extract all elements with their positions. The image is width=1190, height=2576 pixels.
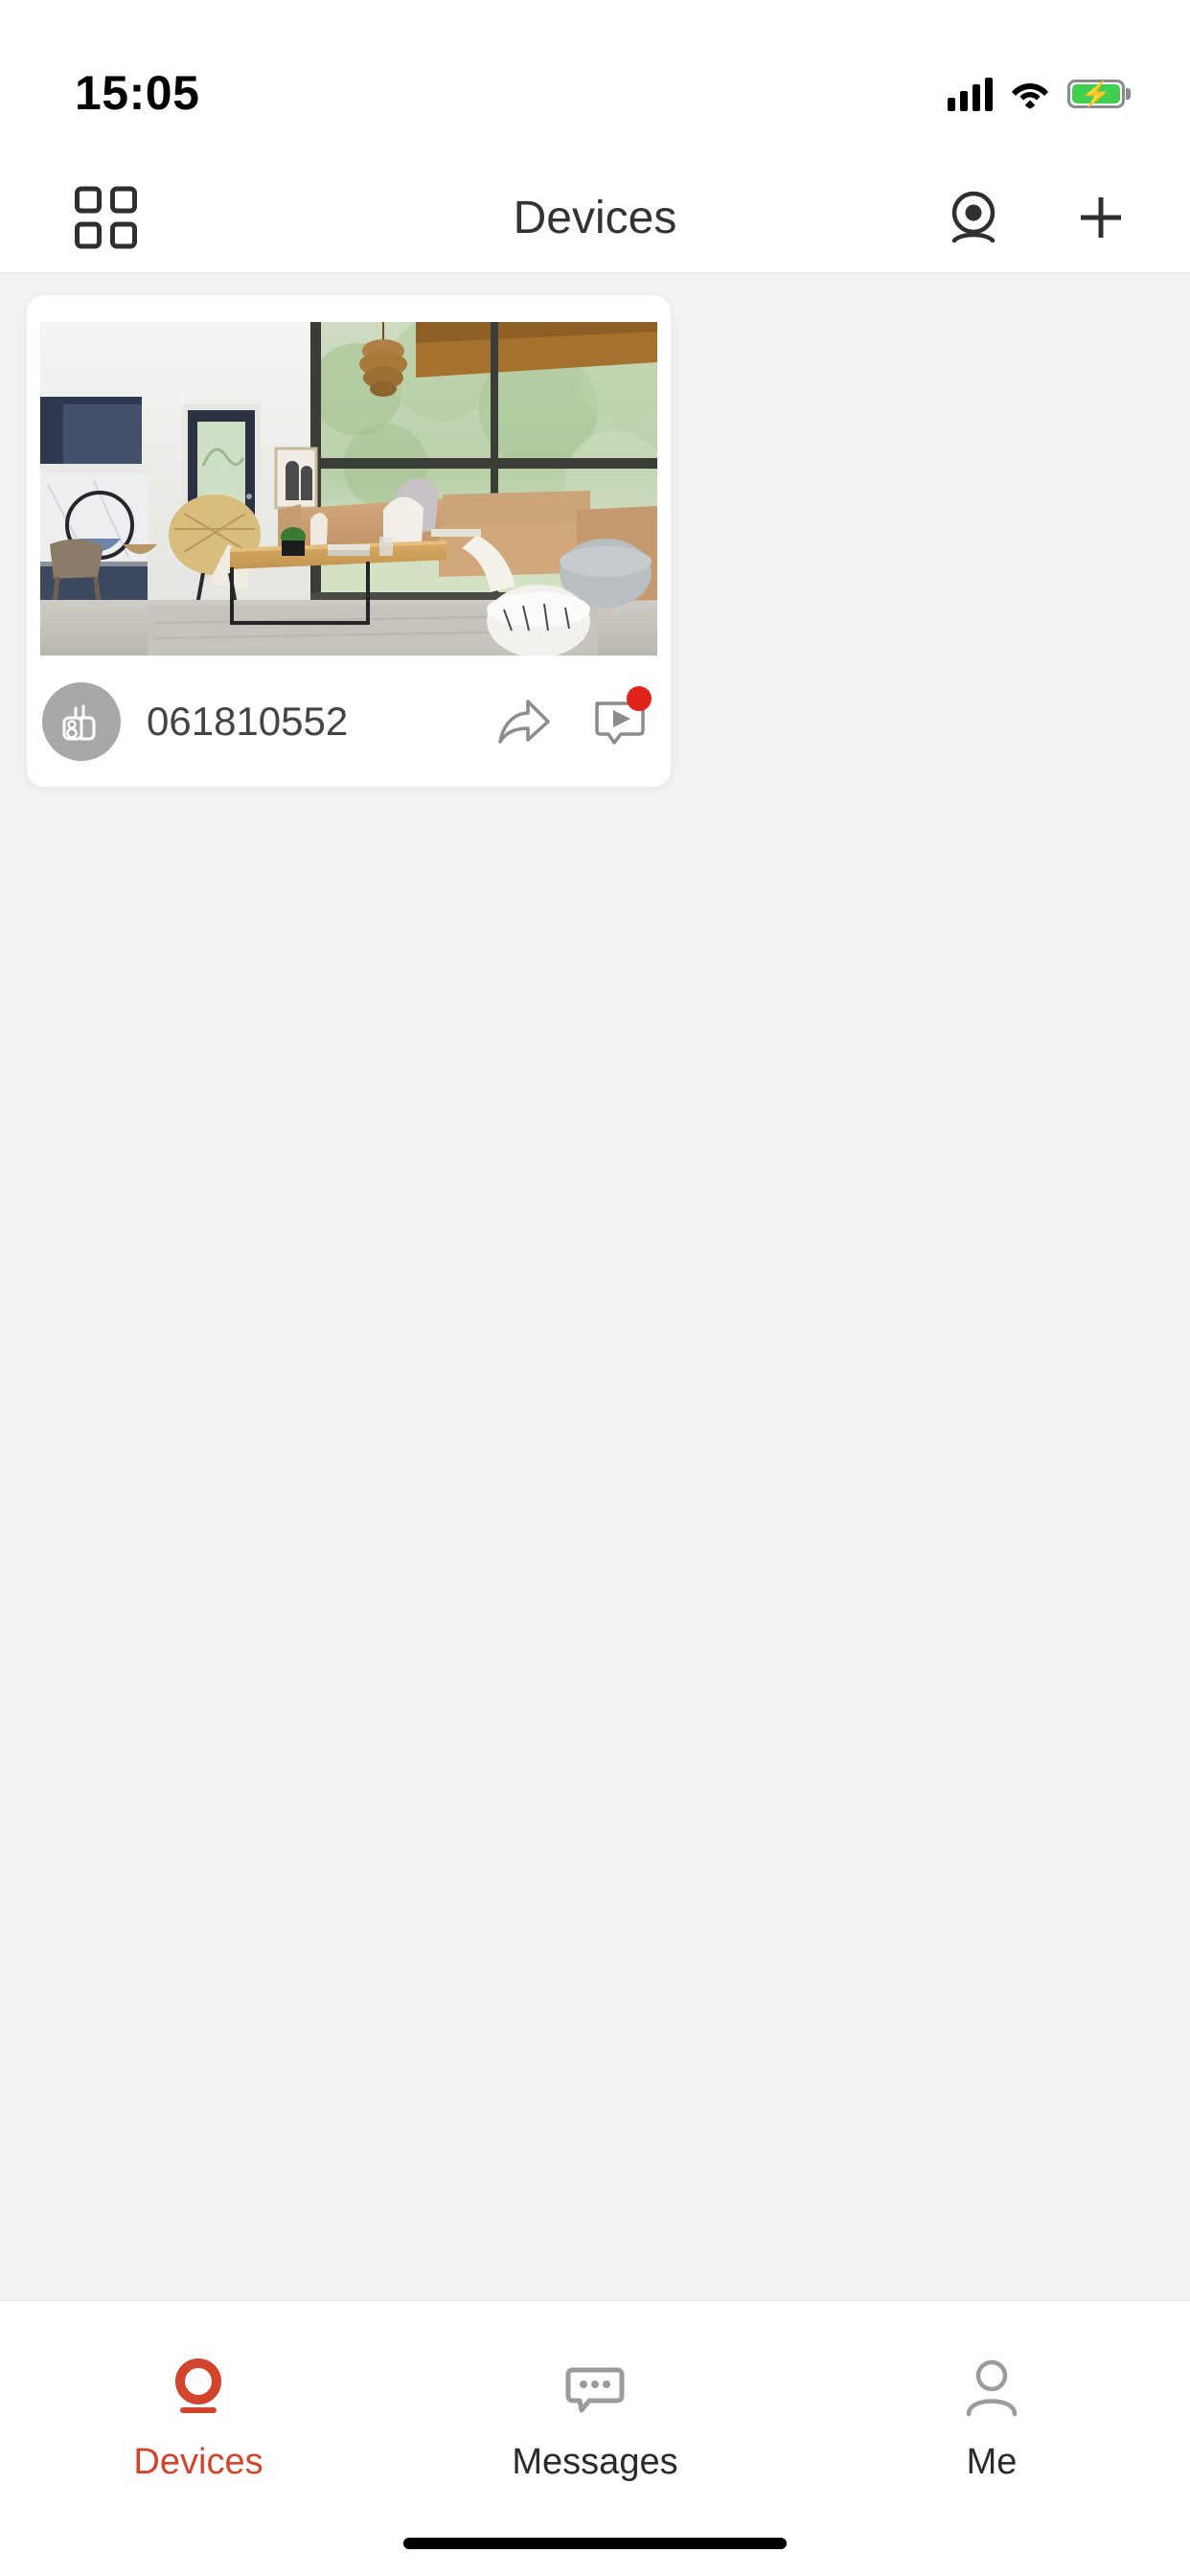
camera-icon[interactable]: [944, 188, 1003, 247]
chat-bubble-icon: [561, 2354, 629, 2423]
device-card[interactable]: 061810552: [27, 295, 671, 787]
header-bar: Devices: [0, 163, 1190, 273]
share-arrow-icon[interactable]: [496, 694, 552, 749]
device-list: 061810552: [0, 273, 1190, 2300]
notification-badge: [627, 685, 652, 711]
security-camera-icon: [42, 681, 121, 761]
device-name: 061810552: [147, 698, 349, 744]
device-actions: [496, 685, 652, 749]
plus-icon[interactable]: [1071, 188, 1131, 247]
tab-messages-label: Messages: [512, 2442, 678, 2482]
device-card-footer: 061810552: [27, 656, 671, 787]
playback-button[interactable]: [590, 685, 652, 749]
battery-charging-icon: ⚡: [1067, 80, 1125, 108]
wifi-icon: [1012, 83, 1048, 109]
living-room-snapshot: [40, 322, 657, 656]
home-indicator[interactable]: [403, 2538, 787, 2549]
status-indicators: ⚡: [948, 77, 1125, 111]
device-thumbnail[interactable]: [40, 322, 657, 656]
status-bar: 15:05 ⚡: [0, 0, 1190, 163]
bottom-tab-bar: Devices Messages Me: [0, 2300, 1190, 2576]
page-title: Devices: [513, 192, 677, 243]
app-screen: 15:05 ⚡ Devices 061810552 Devices Messag…: [0, 0, 1190, 2576]
cellular-signal-icon: [948, 77, 993, 111]
tab-me[interactable]: Me: [793, 2301, 1190, 2576]
tab-devices[interactable]: Devices: [0, 2301, 397, 2576]
tab-me-label: Me: [966, 2442, 1018, 2482]
status-time: 15:05: [75, 66, 200, 120]
devices-camera-icon: [165, 2354, 232, 2423]
person-icon: [958, 2354, 1025, 2423]
tab-devices-label: Devices: [133, 2442, 263, 2482]
tab-messages[interactable]: Messages: [397, 2301, 793, 2576]
